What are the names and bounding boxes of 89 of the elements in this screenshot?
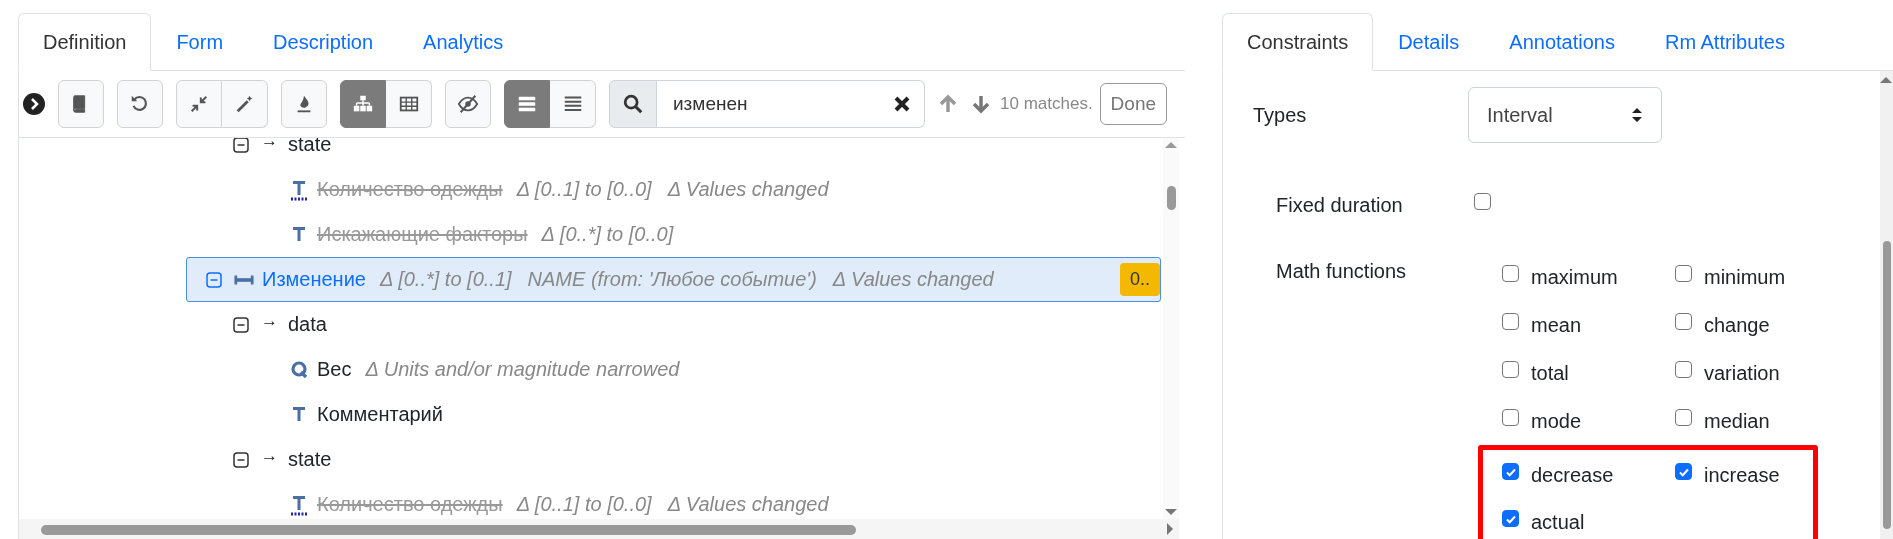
change-note: Δ Values changed [667, 493, 829, 516]
checkbox[interactable] [1502, 312, 1519, 330]
checkbox[interactable] [1474, 192, 1491, 210]
tree-row[interactable]: → state [19, 138, 1161, 167]
match-count: 10 matches. [1000, 94, 1093, 114]
search-field[interactable]: изменен [657, 80, 925, 128]
change-note: Δ [0..1] to [0..0] [516, 493, 652, 516]
option-label: median [1704, 409, 1770, 433]
arrow-prefix: → [261, 138, 278, 151]
tab[interactable]: Form [151, 13, 249, 71]
option-label: total [1531, 361, 1569, 385]
vertical-scrollbar[interactable] [1880, 71, 1893, 539]
collapse-toggle-icon[interactable] [233, 138, 249, 153]
collapse-toggle-icon[interactable] [206, 271, 222, 288]
arrow-down-icon[interactable] [971, 94, 991, 114]
node-label: Вес [317, 358, 352, 381]
checkbox[interactable] [1502, 408, 1519, 426]
node-label: state [288, 138, 332, 156]
node-label: Искажающие факторы [317, 223, 528, 246]
checkbox[interactable] [1502, 360, 1519, 378]
horizontal-scrollbar[interactable] [19, 519, 1179, 539]
tree-row[interactable]: Искажающие факторы Δ [0..*] to [0..0] [19, 212, 1161, 257]
option-label: variation [1704, 361, 1780, 385]
checkbox[interactable] [1502, 463, 1519, 480]
field-label: Fixed duration [1276, 193, 1404, 217]
tab[interactable]: Definition [18, 13, 152, 71]
field-label: Types [1253, 103, 1308, 127]
node-label: Комментарий [317, 403, 443, 426]
tree-row[interactable]: → state [19, 437, 1161, 482]
change-note: Δ Values changed [832, 268, 994, 291]
node-label: data [288, 313, 327, 336]
change-note: Δ Units and/or magnitude narrowed [365, 358, 680, 381]
tree-row[interactable]: Количество одежды Δ [0..1] to [0..0] Δ Values changed [19, 482, 1161, 519]
chevron-circle-icon[interactable] [23, 93, 45, 115]
checkbox[interactable] [1675, 463, 1692, 480]
tab[interactable]: Description [248, 13, 399, 71]
count-icon [289, 493, 309, 516]
arrow-up-icon[interactable] [938, 94, 958, 114]
vertical-scrollbar[interactable] [1163, 138, 1179, 519]
tree-row[interactable]: Комментарий [19, 392, 1161, 437]
tab[interactable]: Analytics [398, 13, 529, 71]
collapse-toggle-icon[interactable] [233, 316, 249, 333]
search-icon [622, 93, 644, 115]
types-select[interactable]: Interval [1468, 87, 1662, 143]
checkbox[interactable] [1675, 312, 1692, 330]
checkbox[interactable] [1502, 510, 1519, 527]
arrow-prefix: → [261, 445, 278, 466]
done-button[interactable]: Done [1099, 83, 1168, 125]
arrow-prefix: → [261, 310, 278, 331]
change-note: NAME (from: 'Любое событие') [527, 268, 817, 291]
field-label: Math functions [1276, 259, 1408, 284]
sort-caret-icon [1631, 107, 1643, 123]
option-label: change [1704, 313, 1770, 337]
tab[interactable]: Rm Attributes [1639, 13, 1810, 71]
option-label: maximum [1531, 265, 1618, 289]
change-note: Δ [0..1] to [0..0] [516, 178, 652, 201]
node-label: Изменение [262, 268, 366, 291]
option-label: increase [1704, 464, 1780, 487]
occurrence-badge: 0.. [1120, 263, 1160, 296]
change-note: Δ [0..*] to [0..0] [541, 223, 674, 246]
option-label: actual [1531, 511, 1585, 534]
checkbox[interactable] [1675, 408, 1692, 426]
checkbox[interactable] [1675, 360, 1692, 378]
option-label: decrease [1531, 464, 1614, 487]
checkbox[interactable] [1502, 264, 1519, 282]
clear-icon[interactable] [893, 95, 911, 113]
checkbox[interactable] [1675, 264, 1692, 282]
tree-row[interactable]: Вес Δ Units and/or magnitude narrowed [19, 347, 1161, 392]
selected-tree-row[interactable]: Изменение Δ [0..*] to [0..1] NAME (from: 'Любое событие') Δ Values changed 0.. [186, 257, 1161, 302]
tree-row[interactable]: Количество одежды Δ [0..1] to [0..0] Δ Values changed [19, 167, 1161, 212]
option-label: minimum [1704, 265, 1786, 289]
quantity-icon [289, 358, 309, 381]
tab[interactable]: Details [1373, 13, 1485, 71]
collapse-toggle-icon[interactable] [233, 451, 249, 468]
tab[interactable]: Annotations [1484, 13, 1640, 71]
collapse-icon [188, 93, 210, 115]
node-label: Количество одежды [317, 493, 503, 516]
toolbar-button[interactable] [504, 80, 550, 128]
tab[interactable]: Constraints [1222, 13, 1374, 71]
toolbar-button[interactable] [340, 80, 386, 128]
node-label: state [288, 448, 332, 471]
count-icon [289, 178, 309, 201]
option-label: mode [1531, 409, 1582, 433]
option-label: mean [1531, 313, 1582, 337]
change-note: Δ Values changed [667, 178, 829, 201]
node-label: Количество одежды [317, 178, 503, 201]
tree-row[interactable]: → data [19, 302, 1161, 347]
change-note: Δ [0..*] to [0..1] [379, 268, 512, 291]
eye-slash-icon [457, 93, 479, 115]
